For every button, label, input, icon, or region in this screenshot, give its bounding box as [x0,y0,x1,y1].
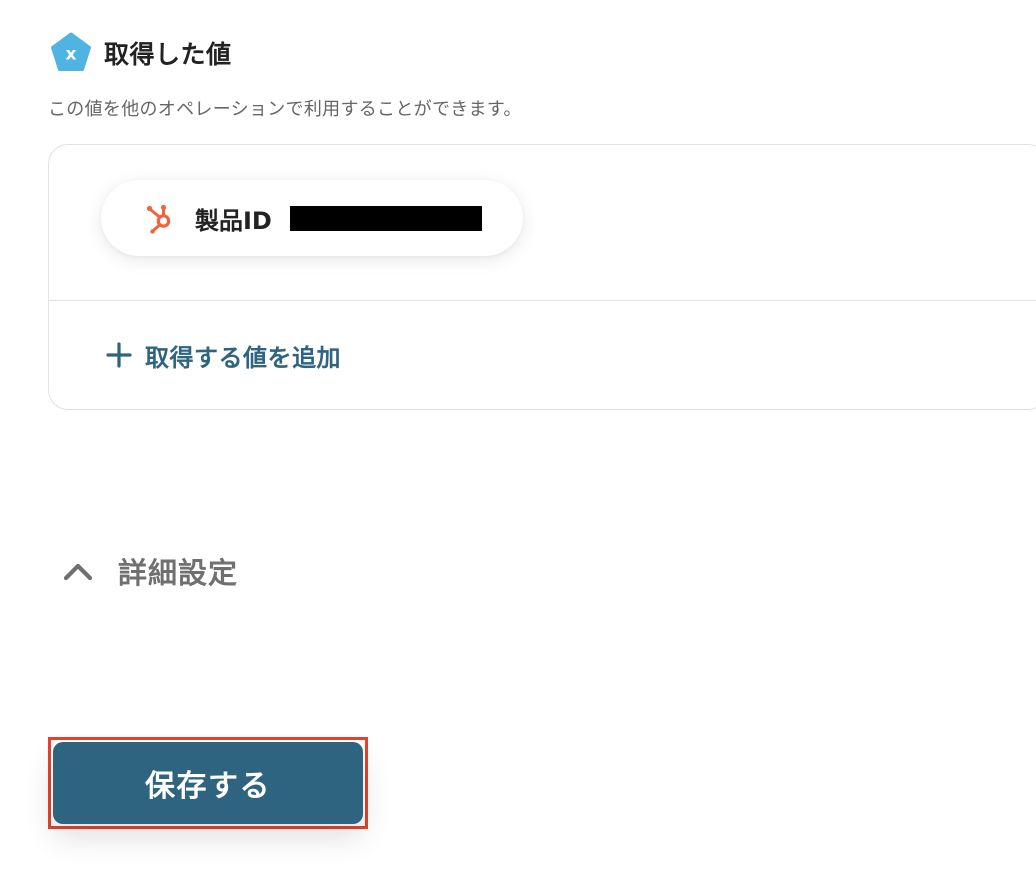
value-chip[interactable]: 製品ID [101,180,523,256]
redacted-value [289,205,482,231]
svg-text:x: x [66,45,77,65]
section-header: x 取得した値 [50,32,232,74]
add-value-label: 取得する値を追加 [145,343,341,372]
hubspot-icon [146,204,171,234]
page: x 取得した値 この値を他のオペレーションで利用することができます。 製品ID [0,0,1036,882]
chevron-up-icon [63,563,93,581]
advanced-settings-label: 詳細設定 [118,556,239,590]
plus-icon [106,342,132,368]
section-description: この値を他のオペレーションで利用することができます。 [48,99,522,120]
section-title: 取得した値 [104,40,232,69]
advanced-settings-toggle[interactable]: 詳細設定 [60,549,238,593]
card-divider [49,300,1036,301]
save-button[interactable]: 保存する [53,742,363,824]
values-card: 製品ID 取得する値を追加 [48,144,1036,410]
x-variable-icon: x [51,32,91,71]
add-value-button[interactable]: 取得する値を追加 [105,335,341,375]
value-label: 製品ID [195,206,272,235]
